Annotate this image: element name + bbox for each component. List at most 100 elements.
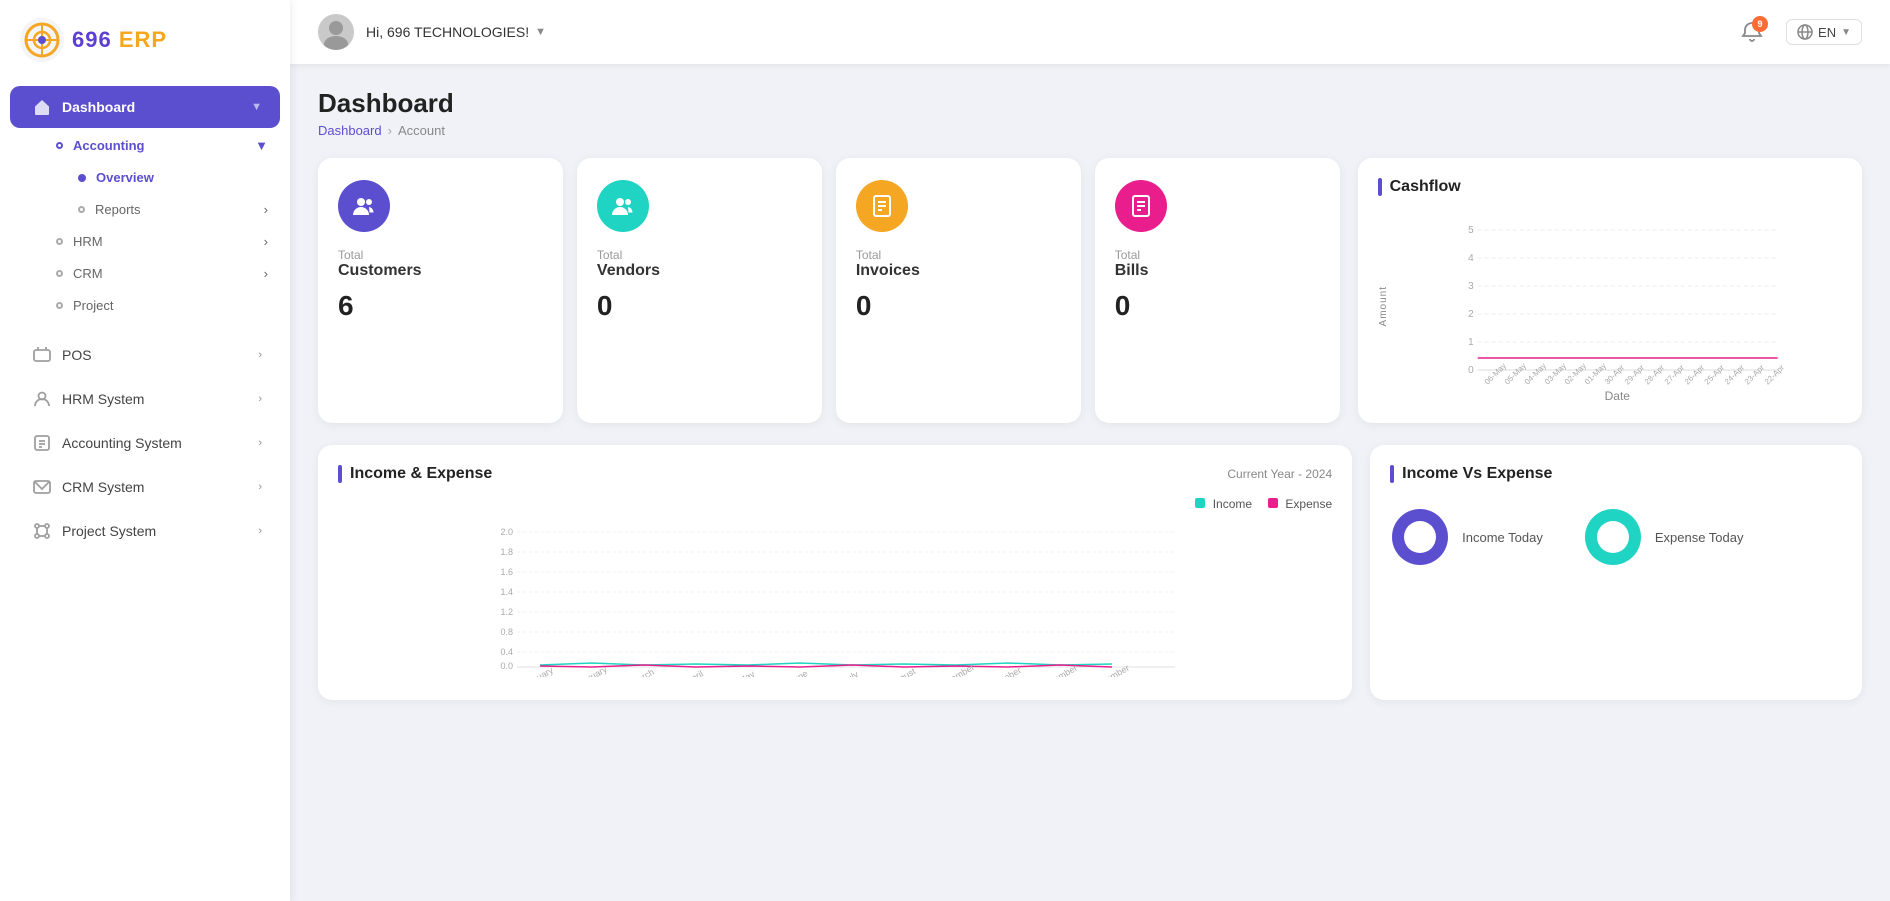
logo-area: 696 ERP (0, 0, 290, 76)
accounting-system-label: Accounting System (62, 435, 258, 451)
hrm-system-label: HRM System (62, 391, 258, 407)
income-expense-title: Income & Expense (338, 465, 492, 483)
hrm-chevron-icon: › (264, 234, 268, 249)
page-title: Dashboard (318, 88, 1862, 119)
bottom-charts-row: Income & Expense Current Year - 2024 Inc… (318, 445, 1862, 700)
svg-text:1.4: 1.4 (501, 587, 514, 597)
main-content: Hi, 696 TECHNOLOGIES! ▼ 9 EN ▼ (290, 0, 1890, 901)
svg-text:23-Apr: 23-Apr (1742, 363, 1766, 387)
svg-text:0.4: 0.4 (501, 647, 514, 657)
language-label: EN (1818, 25, 1836, 40)
bills-label: Total Bills (1115, 242, 1320, 280)
customers-icon (351, 193, 377, 219)
greeting-text: Hi, 696 TECHNOLOGIES! (366, 24, 529, 40)
breadcrumb-parent[interactable]: Dashboard (318, 123, 382, 138)
accounting-system-chevron-icon: › (258, 437, 262, 449)
vendors-label: Total Vendors (597, 242, 802, 280)
income-expense-legend: Income Expense (338, 497, 1332, 511)
vendors-icon-bg (597, 180, 649, 232)
app-logo (20, 18, 64, 62)
accounting-section: Accounting ▼ Overview Reports › HRM › (0, 130, 290, 321)
income-donut-icon (1390, 507, 1450, 567)
expense-legend-dot (1268, 498, 1278, 508)
greeting-chevron-icon: ▼ (535, 26, 546, 38)
sidebar-item-crm-system[interactable]: CRM System › (10, 466, 280, 508)
sidebar-item-pos[interactable]: POS › (10, 334, 280, 376)
income-expense-chart-card: Income & Expense Current Year - 2024 Inc… (318, 445, 1352, 700)
svg-text:5: 5 (1468, 225, 1474, 236)
svg-text:26-Apr: 26-Apr (1682, 363, 1706, 387)
sidebar-item-reports[interactable]: Reports › (68, 194, 282, 225)
sidebar-item-accounting-system[interactable]: Accounting System › (10, 422, 280, 464)
sidebar-item-hrm[interactable]: HRM › (46, 226, 282, 257)
sidebar-item-dashboard[interactable]: Dashboard ▼ (10, 86, 280, 128)
svg-text:July: July (841, 669, 860, 677)
income-today-label: Income Today (1462, 530, 1543, 545)
sidebar-item-hrm-system[interactable]: HRM System › (10, 378, 280, 420)
hrm-label: HRM (73, 234, 264, 249)
income-expense-header: Income & Expense Current Year - 2024 (338, 465, 1332, 483)
sidebar-item-project[interactable]: Project (46, 290, 282, 321)
sidebar-item-project-system[interactable]: Project System › (10, 510, 280, 552)
project-system-icon (32, 521, 52, 541)
globe-icon (1797, 24, 1813, 40)
sidebar-dashboard-label: Dashboard (62, 99, 251, 115)
invoices-label: Total Invoices (856, 242, 1061, 280)
cashflow-chart-body: Amount 5 4 (1378, 210, 1842, 403)
topbar-right-actions: 9 EN ▼ (1734, 14, 1862, 50)
stat-card-invoices: Total Invoices 0 (836, 158, 1081, 423)
cashflow-title: Cashflow (1378, 178, 1461, 196)
svg-text:0: 0 (1468, 365, 1474, 376)
income-expense-period: Current Year - 2024 (1227, 467, 1332, 481)
breadcrumb: Dashboard › Account (318, 123, 1862, 138)
svg-text:27-Apr: 27-Apr (1662, 363, 1686, 387)
breadcrumb-current: Account (398, 123, 445, 138)
cashflow-chart-card: Cashflow Amount (1358, 158, 1862, 423)
pos-chevron-icon: › (258, 349, 262, 361)
cashflow-x-label: Date (1393, 389, 1842, 403)
overview-label: Overview (96, 170, 154, 185)
income-vs-expense-title: Income Vs Expense (1390, 465, 1552, 483)
svg-text:0.8: 0.8 (501, 627, 514, 637)
svg-text:24-Apr: 24-Apr (1722, 363, 1746, 387)
accounting-chevron-icon: ▼ (255, 138, 268, 153)
stat-card-vendors: Total Vendors 0 (577, 158, 822, 423)
overview-dot (78, 174, 86, 182)
income-donut-item: Income Today (1390, 507, 1543, 567)
bills-icon (1128, 193, 1154, 219)
pos-icon (32, 345, 52, 365)
project-system-label: Project System (62, 523, 258, 539)
hrm-system-icon (32, 389, 52, 409)
customers-label: Total Customers (338, 242, 543, 280)
cashflow-chart-svg: 5 4 3 2 1 0 06-May 05-May 04-May (1393, 210, 1842, 390)
avatar-image (318, 14, 354, 50)
sidebar-item-overview[interactable]: Overview (68, 162, 282, 193)
svg-text:2.0: 2.0 (501, 527, 514, 537)
customers-name: Customers (338, 262, 543, 280)
vendors-value: 0 (597, 290, 802, 322)
topbar-greeting[interactable]: Hi, 696 TECHNOLOGIES! ▼ (366, 24, 1722, 40)
expense-donut-icon (1583, 507, 1643, 567)
bills-name: Bills (1115, 262, 1320, 280)
invoices-icon-bg (856, 180, 908, 232)
breadcrumb-separator: › (388, 123, 392, 138)
crm-system-chevron-icon: › (258, 481, 262, 493)
bills-value: 0 (1115, 290, 1320, 322)
sidebar-item-crm[interactable]: CRM › (46, 258, 282, 289)
sidebar: 696 ERP Dashboard ▼ Accounting ▼ Overvie… (0, 0, 290, 901)
notification-badge: 9 (1752, 16, 1768, 32)
pos-label: POS (62, 347, 258, 363)
accounting-sub: Overview Reports › (38, 162, 290, 225)
expense-legend-label: Expense (1285, 497, 1332, 511)
sidebar-item-accounting[interactable]: Accounting ▼ (46, 130, 282, 161)
svg-text:June: June (788, 668, 810, 677)
svg-text:25-Apr: 25-Apr (1702, 363, 1726, 387)
notification-button[interactable]: 9 (1734, 14, 1770, 50)
reports-label: Reports (95, 202, 264, 217)
reports-dot (78, 206, 85, 213)
svg-text:March: March (629, 667, 656, 677)
svg-text:1.6: 1.6 (501, 567, 514, 577)
vendors-total-label: Total (597, 248, 802, 262)
bills-total-label: Total (1115, 248, 1320, 262)
language-selector[interactable]: EN ▼ (1786, 19, 1862, 45)
